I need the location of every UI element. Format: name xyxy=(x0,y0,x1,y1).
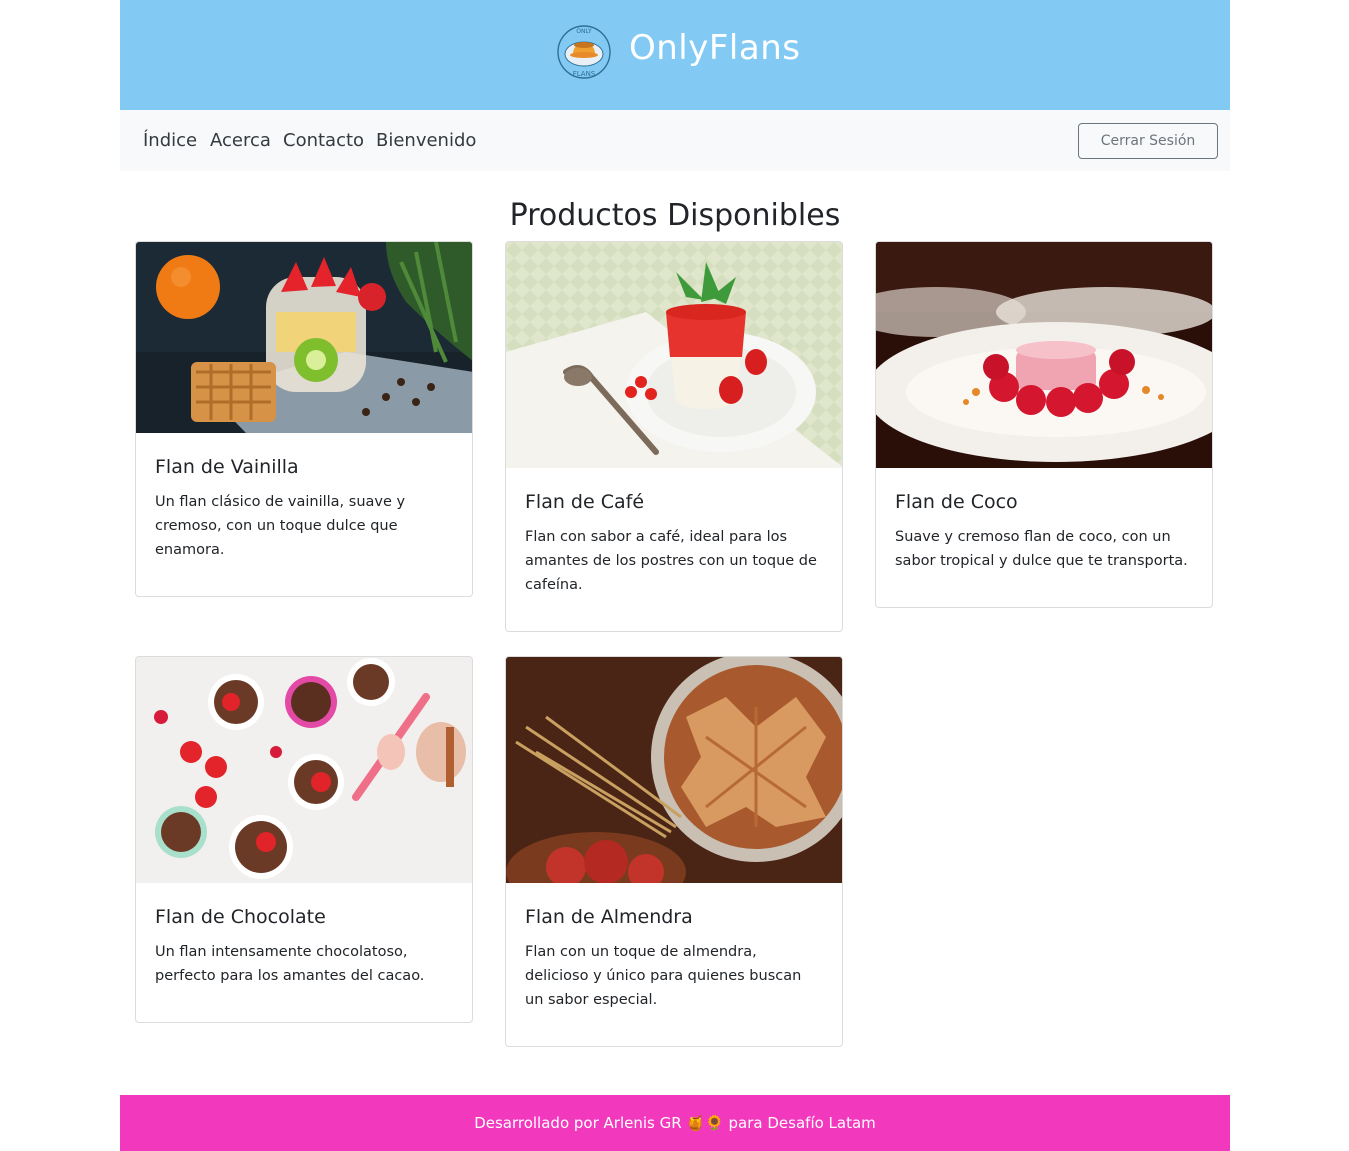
product-title: Flan de Vainilla xyxy=(155,456,299,478)
product-description: Suave y cremoso flan de coco, con un sab… xyxy=(895,529,1188,569)
site-title: OnlyFlans xyxy=(629,28,801,68)
product-image xyxy=(506,657,842,883)
site-footer: Desarrollado por Arlenis GR 🍯🌻 para Desa… xyxy=(120,1095,1230,1151)
onlyflans-logo: ONLY FLANS xyxy=(557,25,611,79)
logo-text-bottom: FLANS xyxy=(573,70,596,78)
page-title: Productos Disponibles xyxy=(509,198,841,233)
product-title: Flan de Chocolate xyxy=(155,906,326,928)
product-image xyxy=(876,242,1212,468)
logout-button[interactable]: Cerrar Sesión xyxy=(1078,123,1218,159)
product-card: Flan de Vainilla Un flan clásico de vain… xyxy=(135,241,473,597)
product-card: Flan de Café Flan con sabor a café, idea… xyxy=(505,241,843,632)
product-description: Flan con sabor a café, ideal para los am… xyxy=(525,529,817,593)
product-description: Flan con un toque de almendra, delicioso… xyxy=(525,944,802,1008)
nav-link-contacto[interactable]: Contacto xyxy=(283,130,364,152)
product-image xyxy=(136,242,472,433)
brand-header: ONLY FLANS OnlyFlans xyxy=(120,0,1230,110)
product-card: Flan de Chocolate Un flan intensamente c… xyxy=(135,656,473,1023)
logo-text-top: ONLY xyxy=(576,28,592,35)
footer-credit: Desarrollado por Arlenis GR 🍯🌻 para Desa… xyxy=(474,1114,876,1132)
product-card: Flan de Coco Suave y cremoso flan de coc… xyxy=(875,241,1213,608)
page: ONLY FLANS OnlyFlans Índice Acerca Conta… xyxy=(120,0,1230,1151)
product-image xyxy=(506,242,842,468)
nav-link-acerca[interactable]: Acerca xyxy=(210,130,271,152)
product-description: Un flan intensamente chocolatoso, perfec… xyxy=(155,944,425,984)
nav-link-indice[interactable]: Índice xyxy=(143,130,197,152)
main-navbar: Índice Acerca Contacto Bienvenido Cerrar… xyxy=(120,110,1230,171)
nav-link-bienvenido[interactable]: Bienvenido xyxy=(376,130,476,152)
product-image xyxy=(136,657,472,883)
product-card: Flan de Almendra Flan con un toque de al… xyxy=(505,656,843,1047)
product-description: Un flan clásico de vainilla, suave y cre… xyxy=(155,494,406,558)
product-title: Flan de Café xyxy=(525,491,645,513)
product-title: Flan de Almendra xyxy=(525,906,693,928)
product-title: Flan de Coco xyxy=(895,491,1018,513)
